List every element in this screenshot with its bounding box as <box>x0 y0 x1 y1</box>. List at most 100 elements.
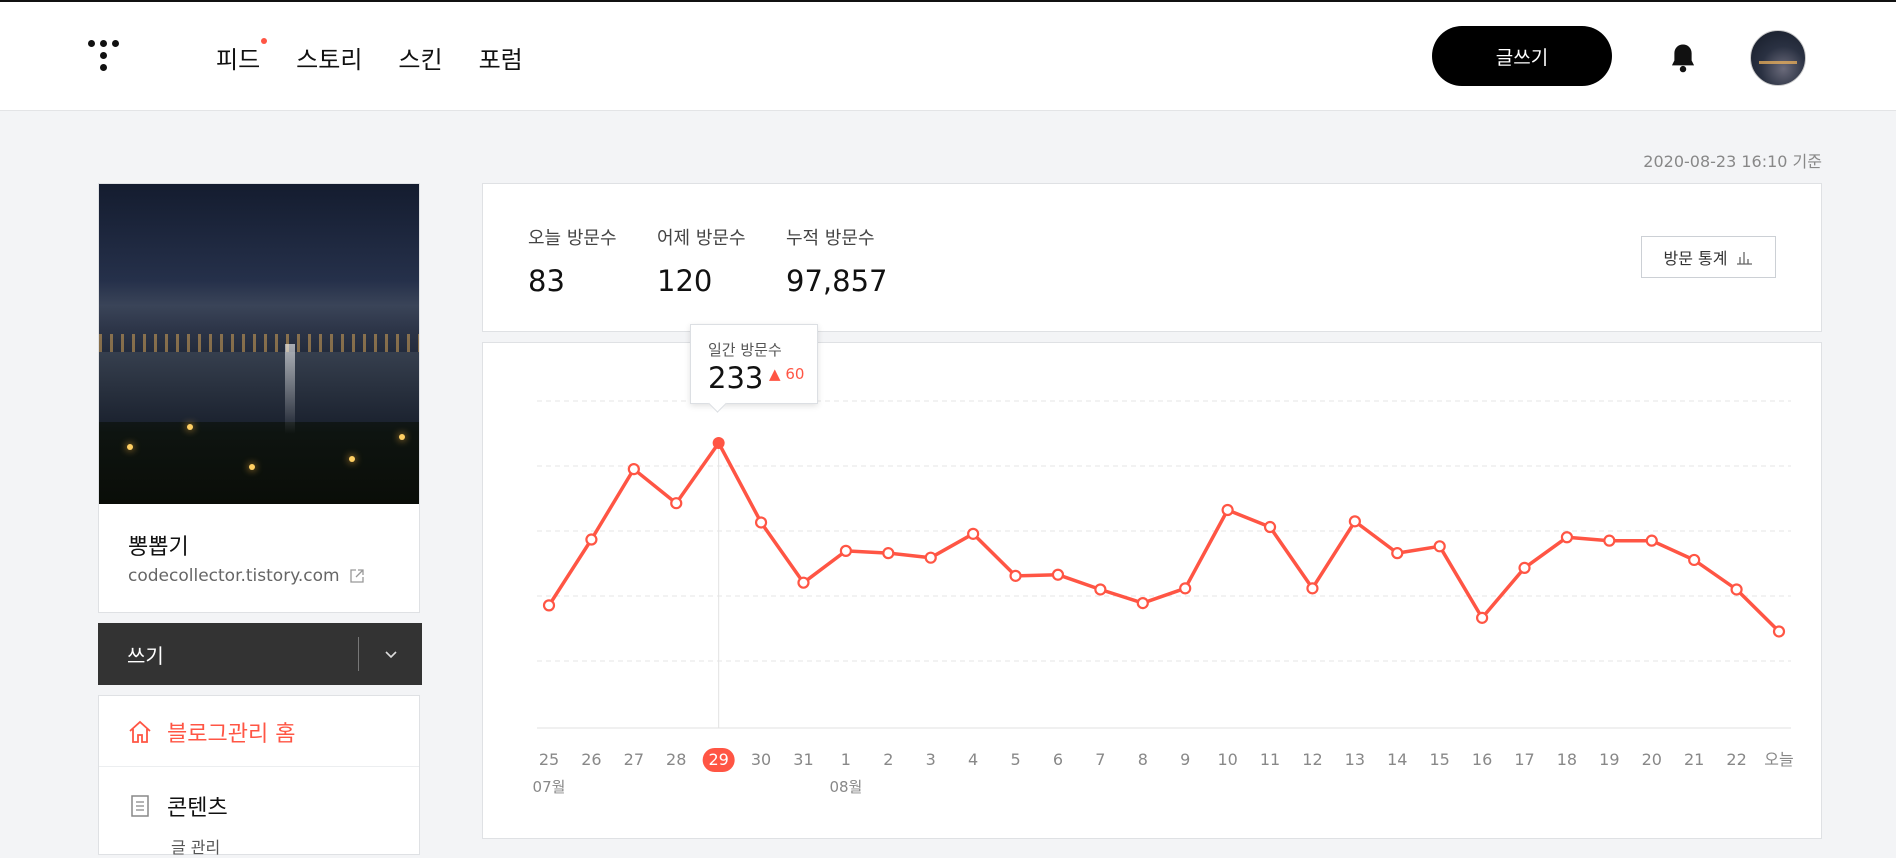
today-visits: 오늘 방문수 83 <box>528 224 617 298</box>
total-visits: 누적 방문수 97,857 <box>786 224 887 298</box>
blog-url-text: codecollector.tistory.com <box>128 566 340 586</box>
blog-cover-photo[interactable] <box>99 184 419 504</box>
x-tick-label: 11 <box>1260 750 1280 769</box>
menu-item-content[interactable]: 콘텐츠 <box>127 790 228 822</box>
nav-feed[interactable]: 피드 <box>216 38 268 75</box>
data-point <box>1179 582 1192 595</box>
daily-visits-chart: 25 26 27 28 29 30 31 1 2 3 4 5 6 7 8 9 10 11 12 13 14 15 16 17 1… <box>533 400 1794 796</box>
x-tick-label: 15 <box>1430 750 1450 769</box>
visit-stats-button[interactable]: 방문 통계 <box>1641 236 1776 278</box>
chevron-down-icon[interactable] <box>380 643 402 665</box>
write-post-button-label: 글쓰기 <box>1495 46 1549 69</box>
x-tick-label: 5 <box>1010 750 1020 769</box>
blog-url-link[interactable]: codecollector.tistory.com <box>128 566 364 586</box>
data-point <box>882 547 895 560</box>
data-point <box>1730 583 1743 596</box>
x-tick-label: 6 <box>1053 750 1063 769</box>
x-tick-label: 14 <box>1387 750 1407 769</box>
admin-menu: 블로그관리 홈 콘텐츠 글 관리 <box>98 695 420 858</box>
external-link-icon[interactable] <box>349 569 364 583</box>
data-point <box>1560 531 1574 544</box>
tooltip-delta: ▲ 60 <box>769 365 805 383</box>
tooltip-label: 일간 방문수 <box>708 341 782 359</box>
bar-chart-icon <box>1737 252 1753 265</box>
data-point <box>1263 520 1277 534</box>
chart-tooltip: 일간 방문수 233 ▲ 60 <box>690 324 818 404</box>
x-tick-label: 12 <box>1302 750 1322 769</box>
top-header: 피드 스토리 스킨 포럼 글쓰기 <box>0 2 1896 111</box>
write-button[interactable]: 쓰기 <box>127 640 164 669</box>
data-point <box>1518 561 1531 575</box>
data-point <box>797 576 810 589</box>
visitor-stats-card: 오늘 방문수 83 어제 방문수 120 누적 방문수 97,857 방문 통계 <box>482 183 1822 332</box>
x-tick-label: 25 <box>539 750 559 769</box>
menu-item-blog-home-label: 블로그관리 홈 <box>167 722 296 747</box>
today-visits-value: 83 <box>528 264 565 298</box>
nav-skin-label: 스킨 <box>398 46 443 74</box>
data-point <box>1051 568 1065 581</box>
x-tick-label: 29 <box>708 750 728 769</box>
x-tick-label: 18 <box>1557 750 1577 769</box>
data-point <box>1772 625 1786 638</box>
tooltip-delta-value: 60 <box>785 365 805 383</box>
x-tick-label: 27 <box>624 750 644 769</box>
nav-skin[interactable]: 스킨 <box>398 40 442 75</box>
data-point <box>1094 583 1107 596</box>
x-tick-label: 22 <box>1726 750 1746 769</box>
data-point <box>1306 582 1319 595</box>
daily-visits-chart-card: 25 26 27 28 29 30 31 1 2 3 4 5 6 7 8 9 10 11 12 13 14 15 16 17 1… <box>482 342 1822 839</box>
x-tick-label: 20 <box>1642 750 1662 769</box>
write-dropdown-bar: 쓰기 <box>98 623 422 685</box>
data-point <box>1391 547 1404 560</box>
visit-stats-button-label: 방문 통계 <box>1663 249 1728 268</box>
nav-story-label: 스토리 <box>296 46 363 74</box>
x-tick-label: 4 <box>968 750 978 769</box>
main-nav: 피드 스토리 스킨 포럼 <box>216 38 523 75</box>
x-tick-label: 28 <box>666 750 686 769</box>
data-point-highlighted <box>712 437 725 450</box>
yesterday-visits-value: 120 <box>657 264 713 298</box>
data-point <box>754 516 768 529</box>
menu-divider <box>99 766 419 767</box>
data-point <box>1221 503 1234 517</box>
blog-profile-card: 뽕뽑기 codecollector.tistory.com <box>98 183 420 613</box>
data-point <box>1603 534 1616 547</box>
x-tick-label: 16 <box>1472 750 1492 769</box>
today-visits-label: 오늘 방문수 <box>528 228 617 249</box>
menu-subitem-posts[interactable]: 글 관리 <box>171 834 220 858</box>
x-tick-label: 2 <box>883 750 893 769</box>
x-tick-label: 8 <box>1138 750 1148 769</box>
total-visits-value: 97,857 <box>786 264 888 298</box>
x-tick-label: 30 <box>751 750 771 769</box>
data-point <box>1136 597 1149 610</box>
month-label: 07월 <box>533 778 566 796</box>
data-point <box>1645 534 1658 547</box>
stats-timestamp: 2020-08-23 16:10 기준 <box>1643 152 1822 171</box>
nav-feed-label: 피드 <box>216 46 261 74</box>
menu-item-blog-home[interactable]: 블로그관리 홈 <box>127 716 295 748</box>
data-point <box>839 544 852 557</box>
month-label: 08월 <box>829 778 862 796</box>
blog-name[interactable]: 뽕뽑기 <box>128 529 189 561</box>
yesterday-visits-label: 어제 방문수 <box>657 228 746 249</box>
bell-icon[interactable] <box>1668 42 1698 74</box>
data-point <box>1688 553 1701 567</box>
data-point <box>542 599 556 612</box>
write-post-button[interactable]: 글쓰기 <box>1432 26 1612 86</box>
write-bar-divider <box>358 637 359 671</box>
nav-forum[interactable]: 포럼 <box>479 40 523 75</box>
total-visits-label: 누적 방문수 <box>786 228 875 249</box>
x-tick-label: 1 <box>841 750 851 769</box>
x-tick-label: 13 <box>1345 750 1365 769</box>
nav-story[interactable]: 스토리 <box>296 40 362 75</box>
yesterday-visits: 어제 방문수 120 <box>657 224 746 298</box>
x-tick-label: 오늘 <box>1764 750 1793 769</box>
data-point <box>585 533 598 546</box>
tistory-logo-icon[interactable] <box>88 38 128 78</box>
data-point <box>1476 611 1489 624</box>
data-point <box>1348 515 1361 528</box>
avatar[interactable] <box>1750 30 1806 86</box>
home-icon <box>129 720 151 743</box>
document-icon <box>131 795 149 817</box>
data-point <box>670 497 683 510</box>
